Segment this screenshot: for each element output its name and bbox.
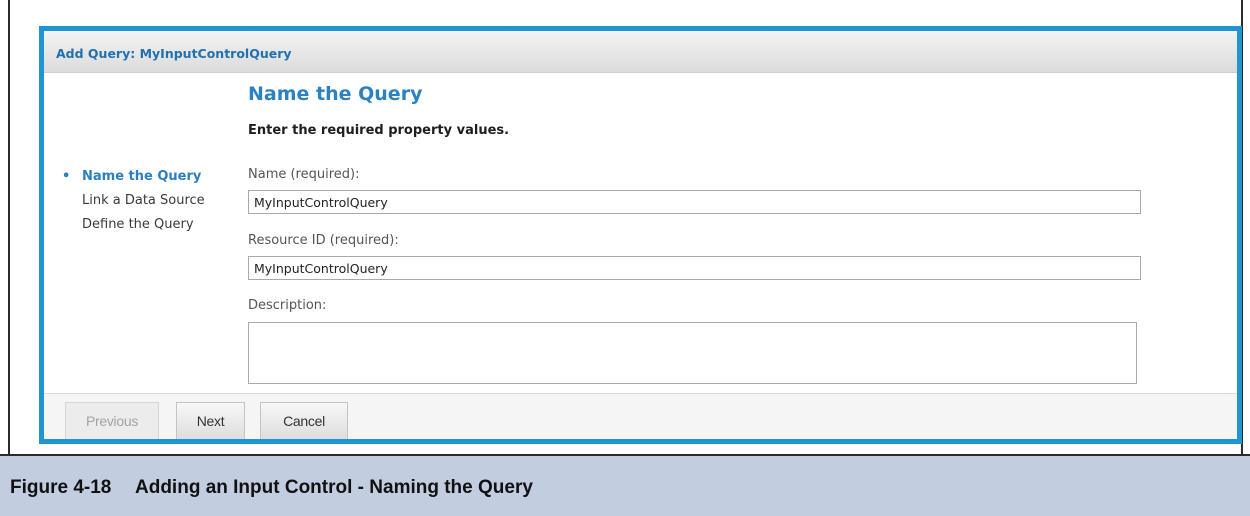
add-query-dialog: Add Query: MyInputControlQuery • Name th… xyxy=(39,26,1242,444)
nav-item-label: Link a Data Source xyxy=(82,193,205,208)
figure-caption: Figure 4-18 Adding an Input Control - Nam… xyxy=(0,456,1250,516)
description-label: Description: xyxy=(248,298,327,313)
active-step-bullet-icon: • xyxy=(62,169,71,184)
instructions-text: Enter the required property values. xyxy=(248,123,510,138)
name-label: Name (required): xyxy=(248,167,360,182)
previous-button[interactable]: Previous xyxy=(65,402,159,439)
wizard-steps-nav: • Name the Query Link a Data Source Defi… xyxy=(62,165,205,237)
nav-item-link-a-data-source[interactable]: Link a Data Source xyxy=(62,189,205,213)
nav-item-name-the-query[interactable]: • Name the Query xyxy=(62,165,205,189)
figure-number: Figure 4-18 xyxy=(10,477,112,498)
dialog-footer: Previous Next Cancel xyxy=(44,393,1237,439)
next-button[interactable]: Next xyxy=(176,402,245,439)
form-content: Name the Query Enter the required proper… xyxy=(248,81,1141,384)
figure-caption-text: Adding an Input Control - Naming the Que… xyxy=(135,477,533,498)
description-textarea[interactable] xyxy=(248,322,1137,384)
resource-id-label: Resource ID (required): xyxy=(248,233,399,248)
page-heading: Name the Query xyxy=(248,83,423,105)
figure-frame: Add Query: MyInputControlQuery • Name th… xyxy=(8,0,1243,454)
dialog-title: Add Query: MyInputControlQuery xyxy=(44,31,1237,73)
nav-item-define-the-query[interactable]: Define the Query xyxy=(62,213,205,237)
nav-item-label: Name the Query xyxy=(82,169,202,184)
resource-id-input[interactable] xyxy=(248,256,1141,280)
cancel-button[interactable]: Cancel xyxy=(260,402,348,439)
nav-item-label: Define the Query xyxy=(82,217,194,232)
name-input[interactable] xyxy=(248,190,1141,214)
